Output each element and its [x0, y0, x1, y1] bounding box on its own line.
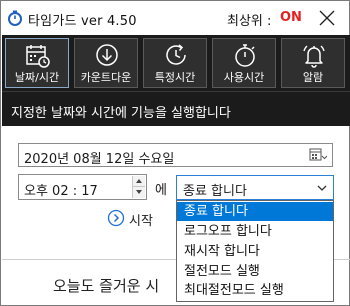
countdown-arrow-icon	[96, 44, 118, 66]
start-button[interactable]: 시작	[107, 208, 167, 229]
tab-countdown[interactable]: 카운트다운	[74, 38, 138, 88]
tab-countdown-label: 카운트다운	[80, 71, 132, 84]
info-bar: 지정한 날짜와 시간에 기능을 실행합니다	[2, 91, 350, 126]
option-logoff[interactable]: 로그오프 합니다	[177, 222, 333, 241]
time-picker[interactable]: 오후 02 : 17	[18, 174, 147, 200]
calendar-clock-icon	[26, 45, 50, 68]
tab-alarm-label: 알람	[302, 71, 324, 84]
title-bar: 타임가드 ver 4.50 최상위 : ON	[1, 1, 349, 35]
connector-label: 에	[155, 183, 167, 198]
option-hibernate[interactable]: 최대절전모드 실행	[177, 281, 333, 300]
refresh-clock-icon	[166, 44, 186, 65]
spin-down-icon[interactable]	[133, 187, 145, 198]
time-value: 오후 02 : 17	[24, 184, 98, 199]
bell-icon	[303, 45, 325, 68]
chevron-down-icon	[317, 185, 327, 191]
time-spinner	[132, 176, 145, 198]
option-restart[interactable]: 재시작 합니다	[177, 242, 333, 261]
app-window: 타임가드 ver 4.50 최상위 : ON 날짜/시간 카운트다운 특정시간 …	[0, 0, 350, 306]
window-title: 타임가드 ver 4.50	[28, 14, 137, 29]
footer-message: 오늘도 즐거운 시	[53, 277, 160, 295]
action-selected-value: 종료 합니다	[183, 184, 247, 199]
tab-specific-time[interactable]: 특정시간	[143, 38, 207, 88]
option-sleep[interactable]: 절전모드 실행	[177, 262, 333, 281]
date-value: 2020년 08월 12일 수요일	[24, 152, 175, 167]
spin-up-icon[interactable]	[133, 176, 145, 187]
topmost-toggle[interactable]: ON	[280, 10, 302, 25]
date-picker[interactable]: 2020년 08월 12일 수요일	[18, 143, 333, 167]
tab-usage-time[interactable]: 사용시간	[212, 38, 276, 88]
action-select[interactable]: 종료 합니다	[176, 175, 334, 200]
tab-alarm[interactable]: 알람	[281, 38, 345, 88]
tab-specific-time-label: 특정시간	[154, 71, 196, 84]
topmost-label: 최상위 :	[227, 14, 272, 29]
tab-usage-time-label: 사용시간	[223, 71, 265, 84]
tab-date-time[interactable]: 날짜/시간	[5, 38, 69, 88]
mode-toolbar: 날짜/시간 카운트다운 특정시간 사용시간 알람	[2, 35, 350, 91]
app-timer-icon	[8, 10, 22, 26]
option-shutdown[interactable]: 종료 합니다	[177, 202, 333, 221]
action-dropdown-list: 종료 합니다 로그오프 합니다 재시작 합니다 절전모드 실행 최대절전모드 실…	[176, 200, 334, 302]
info-message: 지정한 날짜와 시간에 기능을 실행합니다	[11, 106, 231, 121]
close-icon[interactable]	[315, 7, 339, 29]
start-label: 시작	[129, 214, 153, 229]
calendar-dropdown-icon[interactable]	[309, 148, 327, 163]
chevron-circle-right-icon	[107, 209, 125, 227]
stopwatch-icon	[235, 44, 255, 67]
tab-date-time-label: 날짜/시간	[14, 71, 60, 84]
